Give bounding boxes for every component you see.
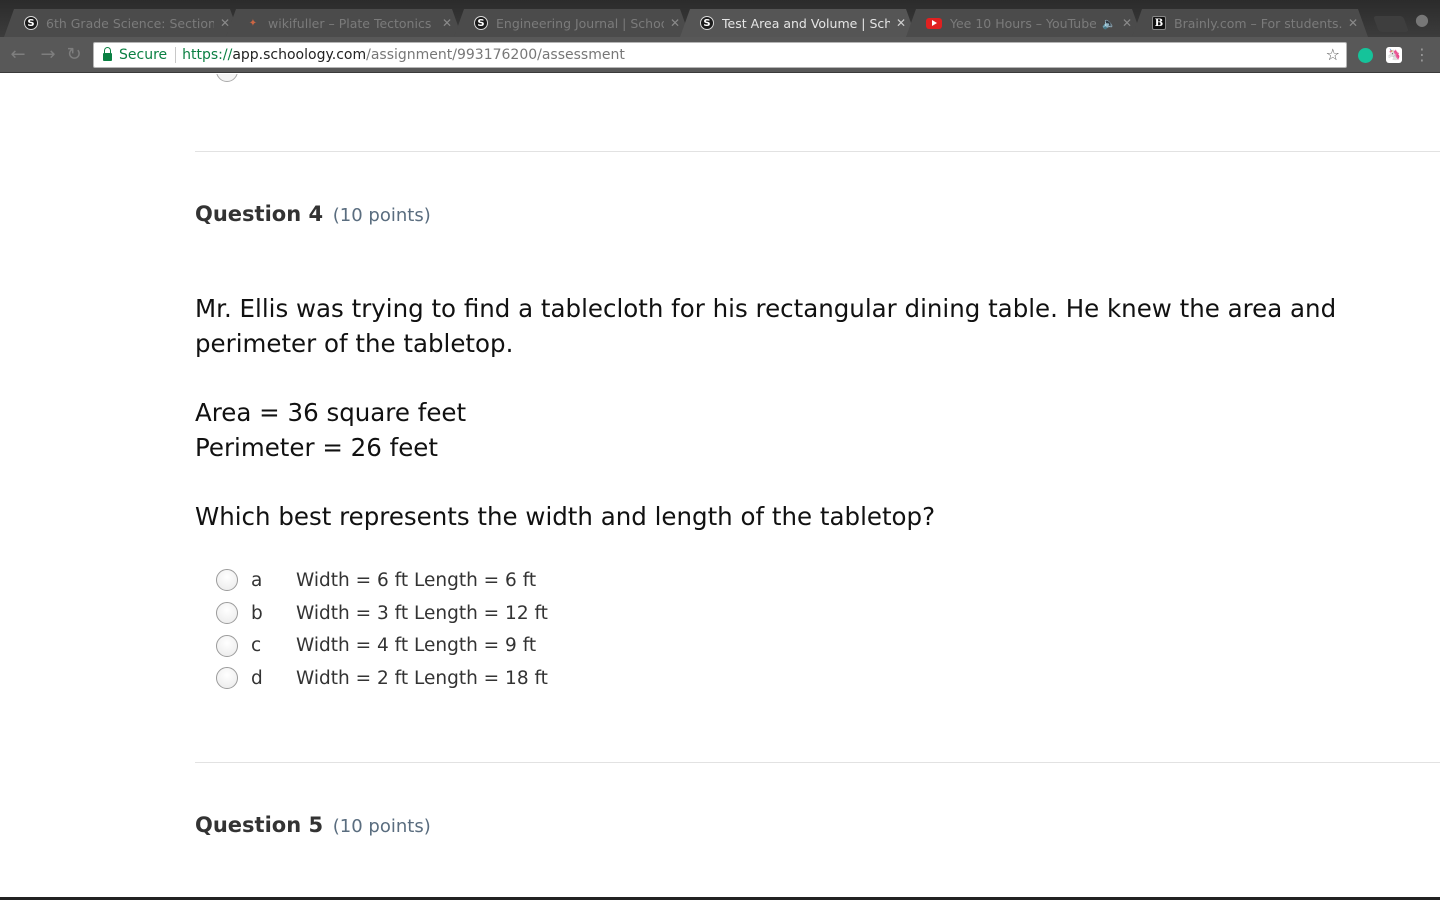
- radio-button[interactable]: [216, 667, 238, 690]
- option-letter: d: [251, 667, 263, 689]
- tab-brainly[interactable]: B Brainly.com – For students. ✕: [1132, 9, 1368, 37]
- question-divider: [195, 762, 1440, 763]
- tab-6th-grade-science[interactable]: S 6th Grade Science: Section ✕: [4, 9, 240, 37]
- answer-option-c[interactable]: c Width = 4 ft Length = 9 ft: [216, 629, 816, 662]
- option-text: Width = 4 ft Length = 9 ft: [296, 635, 537, 657]
- youtube-icon: [926, 17, 942, 29]
- reload-icon[interactable]: ↻: [62, 43, 86, 67]
- omnibox-separator: [175, 47, 177, 63]
- question-divider: [195, 151, 1440, 152]
- url-host: app.schoology.com: [232, 47, 367, 63]
- schoology-icon: S: [24, 16, 38, 30]
- question-5-header: Question 5 (10 points): [195, 813, 431, 837]
- option-text: Width = 2 ft Length = 18 ft: [296, 667, 548, 689]
- schoology-icon: S: [474, 16, 488, 30]
- wiki-icon: ✦: [248, 17, 258, 29]
- back-arrow-icon[interactable]: ←: [6, 43, 30, 67]
- question-area: Area = 36 square feet: [195, 398, 467, 427]
- option-letter: c: [251, 635, 262, 657]
- lock-icon: [103, 47, 112, 61]
- answer-option-d[interactable]: d Width = 2 ft Length = 18 ft: [216, 662, 816, 695]
- question-4-header: Question 4 (10 points): [195, 202, 431, 226]
- answer-option-a[interactable]: a Width = 6 ft Length = 6 ft: [216, 564, 816, 597]
- question-4-body: Mr. Ellis was trying to find a tableclot…: [195, 291, 1395, 534]
- question-title: Question 4: [195, 202, 324, 226]
- grammarly-extension-icon[interactable]: [1358, 48, 1373, 63]
- question-title: Question 5: [195, 813, 324, 837]
- address-bar[interactable]: Secure https:// app.schoology.com /assig…: [93, 42, 1347, 68]
- forward-arrow-icon[interactable]: →: [36, 43, 60, 67]
- answer-option-b[interactable]: b Width = 3 ft Length = 12 ft: [216, 597, 816, 630]
- new-tab-button[interactable]: [1373, 16, 1409, 32]
- url-scheme: https://: [182, 47, 233, 63]
- close-tab-icon[interactable]: ✕: [442, 16, 452, 30]
- tab-strip: S 6th Grade Science: Section ✕ ✦ wikiful…: [0, 0, 1440, 37]
- profile-icon[interactable]: ●: [1412, 10, 1432, 30]
- previous-question-radio[interactable]: [216, 74, 238, 82]
- question-intro: Mr. Ellis was trying to find a tableclot…: [195, 294, 1337, 358]
- close-tab-icon[interactable]: ✕: [1348, 16, 1358, 30]
- option-text: Width = 6 ft Length = 6 ft: [296, 569, 537, 591]
- close-tab-icon[interactable]: ✕: [896, 16, 906, 30]
- speaker-icon[interactable]: 🔈: [1102, 17, 1116, 30]
- radio-button[interactable]: [216, 569, 238, 592]
- question-points: (10 points): [332, 205, 431, 226]
- close-tab-icon[interactable]: ✕: [1122, 16, 1132, 30]
- close-tab-icon[interactable]: ✕: [220, 16, 230, 30]
- schoology-icon: S: [700, 16, 714, 30]
- browser-menu-icon[interactable]: ⋮: [1414, 45, 1430, 65]
- bookmark-star-icon[interactable]: ☆: [1326, 45, 1340, 64]
- radio-button[interactable]: [216, 634, 238, 657]
- answer-options: a Width = 6 ft Length = 6 ft b Width = 3…: [216, 564, 816, 695]
- tab-youtube[interactable]: Yee 10 Hours – YouTube 🔈 ✕: [906, 9, 1142, 37]
- radio-button[interactable]: [216, 602, 238, 625]
- browser-toolbar: ← → ↻ Secure https:// app.schoology.com …: [0, 37, 1440, 73]
- close-tab-icon[interactable]: ✕: [670, 16, 680, 30]
- url-path: /assignment/993176200/assessment: [366, 47, 625, 63]
- question-perimeter: Perimeter = 26 feet: [195, 433, 438, 462]
- tab-test-area-and-volume[interactable]: S Test Area and Volume | Schoo ✕: [680, 9, 916, 37]
- question-points: (10 points): [332, 816, 431, 837]
- assessment-page: Question 4 (10 points) Mr. Ellis was try…: [0, 74, 1440, 900]
- tab-engineering-journal[interactable]: S Engineering Journal | Schoolo ✕: [454, 9, 690, 37]
- option-letter: a: [251, 569, 263, 591]
- tab-wikifuller[interactable]: ✦ wikifuller – Plate Tectonics ✕: [226, 9, 462, 37]
- brainly-icon: B: [1152, 16, 1166, 30]
- option-text: Width = 3 ft Length = 12 ft: [296, 602, 548, 624]
- unicorn-extension-icon[interactable]: 🦄: [1386, 47, 1402, 63]
- secure-label: Secure: [119, 47, 168, 63]
- option-letter: b: [251, 602, 263, 624]
- question-prompt: Which best represents the width and leng…: [195, 502, 936, 531]
